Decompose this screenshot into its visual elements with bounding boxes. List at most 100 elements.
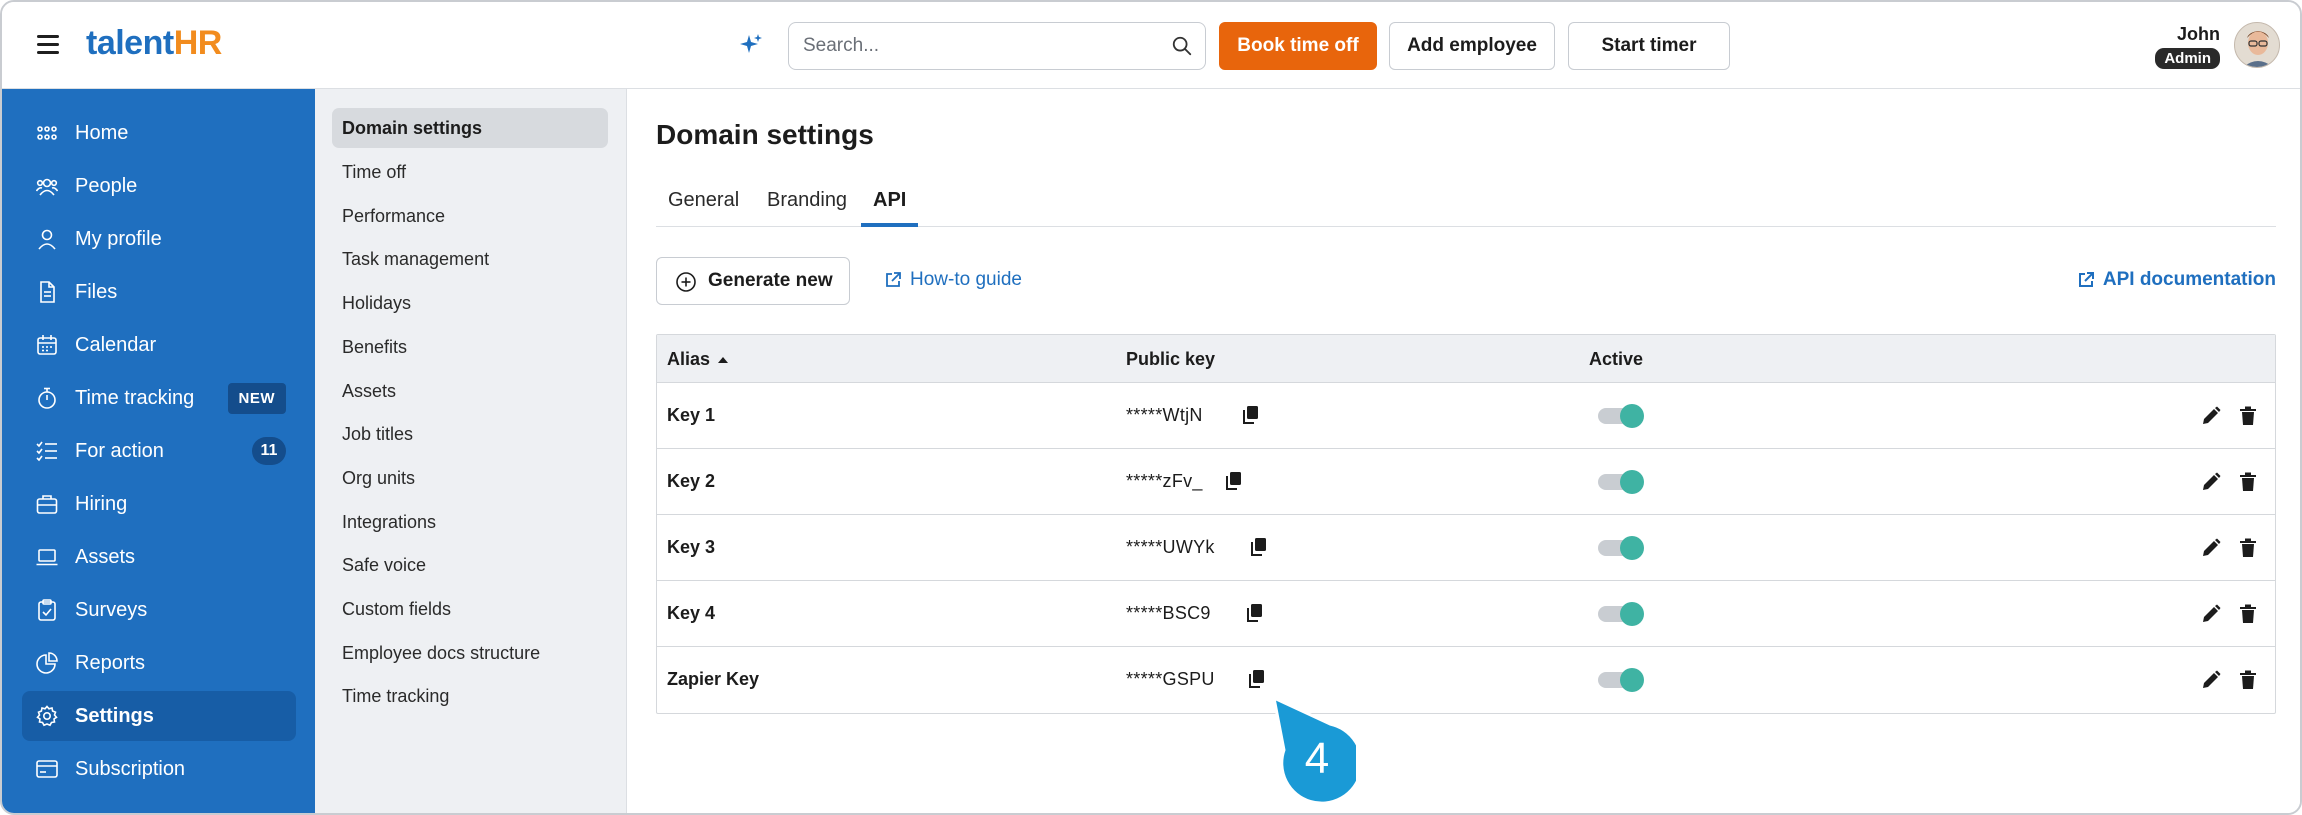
sidebar-item-label: People xyxy=(75,174,138,197)
api-documentation-label: API documentation xyxy=(2102,269,2276,290)
sort-ascending-icon[interactable] xyxy=(717,355,729,365)
tab-bar: General Branding API xyxy=(656,183,2276,227)
subnav-item-job-titles[interactable]: Job titles xyxy=(332,414,608,454)
copy-icon[interactable] xyxy=(1242,405,1260,425)
subnav-item-employee-docs-structure[interactable]: Employee docs structure xyxy=(332,633,608,673)
sidebar-item-reports[interactable]: Reports xyxy=(22,638,296,688)
api-documentation-link[interactable]: API documentation xyxy=(2077,269,2276,291)
logo-text-hr: HR xyxy=(173,24,223,62)
public-key-value: *****UWYk xyxy=(1126,537,1215,557)
trash-icon[interactable] xyxy=(2239,670,2257,690)
calendar-icon xyxy=(37,335,57,355)
count-badge: 11 xyxy=(252,437,286,465)
copy-icon[interactable] xyxy=(1248,669,1266,689)
column-public-key: Public key xyxy=(1126,349,1216,369)
sidebar-item-label: Hiring xyxy=(75,492,128,515)
subnav-item-task-management[interactable]: Task management xyxy=(332,239,608,279)
ai-sparkle-icon[interactable] xyxy=(739,33,763,57)
avatar[interactable] xyxy=(2234,22,2280,68)
external-link-icon xyxy=(886,272,901,287)
search-input[interactable] xyxy=(803,23,1153,69)
sidebar-item-surveys[interactable]: Surveys xyxy=(22,585,296,635)
subnav-item-performance[interactable]: Performance xyxy=(332,196,608,236)
app-logo[interactable]: talentHR xyxy=(86,24,222,63)
tab-general[interactable]: General xyxy=(656,183,751,227)
add-employee-button[interactable]: Add employee xyxy=(1389,22,1555,70)
edit-pencil-icon[interactable] xyxy=(2201,604,2221,624)
sidebar-item-my-profile[interactable]: My profile xyxy=(22,214,296,264)
copy-icon[interactable] xyxy=(1225,471,1243,491)
active-toggle[interactable] xyxy=(1598,536,1644,560)
copy-icon[interactable] xyxy=(1250,537,1268,557)
sidebar: Home People My profile Files Calendar Ti… xyxy=(2,89,315,813)
subnav-item-integrations[interactable]: Integrations xyxy=(332,502,608,542)
main-content: Domain settings General Branding API Gen… xyxy=(628,89,2300,813)
trash-icon[interactable] xyxy=(2239,604,2257,624)
sidebar-item-time-tracking[interactable]: Time tracking NEW xyxy=(22,373,296,423)
active-toggle[interactable] xyxy=(1598,404,1644,428)
key-alias: Key 2 xyxy=(667,471,716,491)
trash-icon[interactable] xyxy=(2239,406,2257,426)
tab-branding[interactable]: Branding xyxy=(755,183,859,227)
checklist-icon xyxy=(36,441,57,462)
start-timer-button[interactable]: Start timer xyxy=(1568,22,1730,70)
column-alias[interactable]: Alias xyxy=(667,349,729,370)
column-active: Active xyxy=(1589,349,1644,369)
subnav-item-holidays[interactable]: Holidays xyxy=(332,283,608,323)
sidebar-item-label: Calendar xyxy=(75,333,157,356)
card-icon xyxy=(36,760,58,778)
copy-icon[interactable] xyxy=(1246,603,1264,623)
menu-icon[interactable] xyxy=(37,35,59,54)
sidebar-item-assets[interactable]: Assets xyxy=(22,532,296,582)
grid-icon xyxy=(37,126,57,140)
subnav-item-custom-fields[interactable]: Custom fields xyxy=(332,589,608,629)
active-toggle[interactable] xyxy=(1598,470,1644,494)
subnav-item-time-off[interactable]: Time off xyxy=(332,152,608,192)
subnav-item-time-tracking[interactable]: Time tracking xyxy=(332,676,608,716)
sidebar-item-files[interactable]: Files xyxy=(22,267,296,317)
sidebar-item-label: Subscription xyxy=(75,757,186,780)
sidebar-item-label: Reports xyxy=(75,651,146,674)
sidebar-item-calendar[interactable]: Calendar xyxy=(22,320,296,370)
user-role-badge: Admin xyxy=(2155,48,2220,69)
edit-pencil-icon[interactable] xyxy=(2201,472,2221,492)
edit-pencil-icon[interactable] xyxy=(2201,406,2221,426)
tab-api[interactable]: API xyxy=(861,183,919,227)
people-icon xyxy=(36,178,58,196)
sidebar-item-hiring[interactable]: Hiring xyxy=(22,479,296,529)
how-to-guide-link[interactable]: How-to guide xyxy=(884,269,1022,291)
edit-pencil-icon[interactable] xyxy=(2201,670,2221,690)
subnav-item-safe-voice[interactable]: Safe voice xyxy=(332,545,608,585)
table-header: Alias Public key Active xyxy=(657,335,2275,383)
step-callout-number: 4 xyxy=(1304,734,1330,783)
new-badge: NEW xyxy=(227,383,286,414)
subnav-item-domain-settings[interactable]: Domain settings xyxy=(332,108,608,148)
settings-subnav: Domain settings Time off Performance Tas… xyxy=(315,89,627,813)
active-toggle[interactable] xyxy=(1598,602,1644,626)
sidebar-item-subscription[interactable]: Subscription xyxy=(22,744,296,794)
search-icon[interactable] xyxy=(1171,35,1193,57)
active-toggle[interactable] xyxy=(1598,668,1644,692)
sidebar-item-people[interactable]: People xyxy=(22,161,296,211)
trash-icon[interactable] xyxy=(2239,538,2257,558)
sidebar-item-home[interactable]: Home xyxy=(22,108,296,158)
edit-pencil-icon[interactable] xyxy=(2201,538,2221,558)
table-row: Key 2 *****zFv_ xyxy=(657,449,2275,515)
table-row: Key 3 *****UWYk xyxy=(657,515,2275,581)
subnav-item-benefits[interactable]: Benefits xyxy=(332,327,608,367)
sidebar-item-label: Assets xyxy=(75,545,136,568)
user-name[interactable]: John xyxy=(2177,24,2220,45)
key-alias: Zapier Key xyxy=(667,669,760,689)
sidebar-item-for-action[interactable]: For action 11 xyxy=(22,426,296,476)
trash-icon[interactable] xyxy=(2239,472,2257,492)
sidebar-item-label: My profile xyxy=(75,227,162,250)
subnav-item-org-units[interactable]: Org units xyxy=(332,458,608,498)
sidebar-item-label: Files xyxy=(75,280,118,303)
subnav-item-assets[interactable]: Assets xyxy=(332,371,608,411)
clipboard-icon xyxy=(38,599,56,621)
book-time-off-button[interactable]: Book time off xyxy=(1219,22,1377,70)
sidebar-item-settings[interactable]: Settings xyxy=(22,691,296,741)
laptop-icon xyxy=(36,549,58,566)
generate-new-label: Generate new xyxy=(708,270,833,291)
generate-new-button[interactable]: Generate new xyxy=(656,257,850,305)
